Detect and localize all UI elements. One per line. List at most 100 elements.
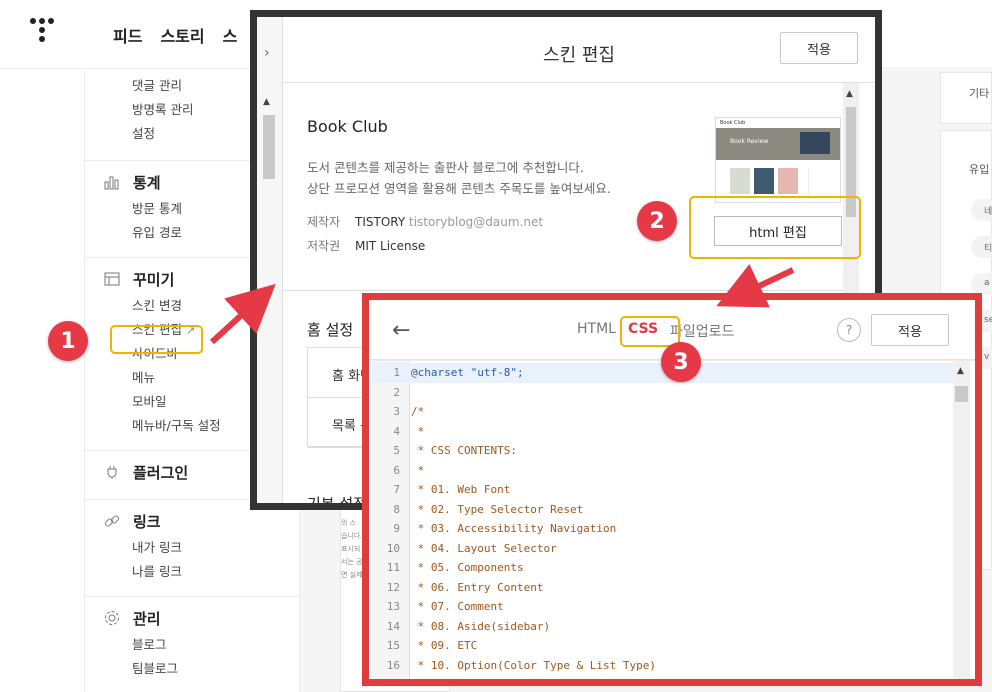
line-number: 3 — [393, 405, 400, 418]
nav-story[interactable]: 스토리 — [160, 23, 204, 47]
code-line[interactable]: 13 * 07. Comment — [372, 597, 954, 617]
highlight-skin-edit — [110, 325, 203, 354]
sidebar-item-my-links[interactable]: 내가 링크 — [85, 536, 299, 560]
back-arrow-icon[interactable]: ← — [392, 318, 410, 343]
basic-setting-heading: 기본 설정 — [307, 495, 367, 510]
thumbnail-title: Book Club — [720, 120, 746, 126]
code-text: * — [411, 463, 425, 477]
line-number: 12 — [386, 580, 400, 594]
code-line[interactable]: 9 * 03. Accessibility Navigation — [372, 519, 954, 539]
thumbnail-banner: Book Review — [716, 128, 840, 160]
theme-info: Book Club 도서 콘텐츠를 제공하는 출판사 블로그에 추천합니다. 상… — [283, 83, 843, 291]
plug-icon — [103, 463, 121, 481]
panel-collapse-bar[interactable]: › ▲ — [257, 17, 283, 503]
thumbnail-card — [730, 168, 750, 194]
line-number: 15 — [386, 639, 400, 652]
code-line[interactable]: 16 * 10. Option(Color Type & List Type) — [372, 656, 954, 676]
code-line[interactable]: 12 * 06. Entry Content — [372, 578, 954, 598]
sidebar-item-links-to-me[interactable]: 나를 링크 — [85, 560, 299, 584]
code-line[interactable]: 8 * 02. Type Selector Reset — [372, 500, 954, 520]
code-line[interactable]: 10 * 04. Layout Selector — [372, 539, 954, 559]
maker-email: tistoryblog@daum.net — [409, 215, 544, 229]
thumbnail-book — [800, 132, 830, 154]
line-number: 8 — [393, 502, 400, 516]
step-badge-2: 2 — [637, 201, 677, 241]
thumbnail-card — [754, 168, 774, 194]
tistory-logo-icon[interactable] — [30, 18, 54, 48]
code-text: * 09. ETC — [411, 639, 478, 652]
code-text: * 04. Layout Selector — [411, 541, 557, 555]
step-badge-1: 1 — [48, 321, 88, 361]
highlight-html-edit — [689, 196, 861, 259]
line-number: 2 — [393, 385, 400, 399]
theme-thumbnail: Book Club Book Review — [715, 117, 841, 203]
nav-more[interactable]: 스 — [223, 23, 238, 47]
layout-icon — [103, 270, 121, 288]
scroll-up-icon[interactable]: ▲ — [846, 89, 853, 99]
code-line[interactable]: 7 * 01. Web Font — [372, 480, 954, 500]
sidebar-head-decorate-label: 꾸미기 — [133, 270, 175, 289]
line-number: 14 — [386, 619, 400, 633]
code-text: * 02. Type Selector Reset — [411, 502, 584, 516]
code-line[interactable]: 2 — [372, 383, 954, 403]
maker-name: TISTORY — [355, 215, 406, 229]
line-number: 16 — [386, 658, 400, 672]
code-line[interactable]: 11 * 05. Components — [372, 558, 954, 578]
line-number: 1 — [393, 366, 400, 379]
step-badge-3: 3 — [661, 342, 701, 382]
tab-html[interactable]: HTML — [571, 321, 622, 341]
sidebar-head-manage[interactable]: 관리 — [85, 603, 299, 633]
code-line[interactable]: 3 /* — [372, 402, 954, 422]
right-card-etc-label: 기타 — [969, 87, 990, 100]
theme-maker-row: 제작자 TISTORY tistoryblog@daum.net — [307, 213, 543, 230]
referrer-pill[interactable]: a — [971, 273, 992, 295]
code-line[interactable]: 6 * — [372, 461, 954, 481]
code-text: * 07. Comment — [411, 600, 504, 613]
theme-name: Book Club — [307, 117, 388, 136]
scroll-up-icon[interactable]: ▲ — [957, 366, 964, 376]
theme-description-line: 상단 프로모션 영역을 활용해 콘텐츠 주목도를 높여보세요. — [307, 181, 611, 196]
skin-edit-header: 스킨 편집 적용 — [283, 17, 875, 83]
code-line[interactable]: 4 * — [372, 422, 954, 442]
code-text: * — [411, 424, 425, 438]
sidebar-head-plugin-label: 플러그인 — [133, 463, 189, 482]
referrer-pill[interactable]: 네 — [971, 199, 992, 221]
left-scrollbar[interactable]: ▲ — [263, 97, 277, 503]
sidebar-section-manage: 관리 블로그 팀블로그 — [85, 597, 299, 692]
code-text: * 06. Entry Content — [411, 580, 544, 594]
referrer-pill[interactable]: 티 — [971, 236, 992, 258]
sidebar-head-manage-label: 관리 — [133, 609, 161, 628]
license-value: MIT License — [355, 239, 426, 253]
code-text: * 08. Aside(sidebar) — [411, 619, 551, 633]
line-number: 4 — [393, 424, 400, 438]
sidebar-head-stats-label: 통계 — [133, 173, 161, 192]
code-scrollbar[interactable]: ▲ — [953, 361, 970, 679]
highlight-css-tab — [620, 316, 680, 347]
gear-icon — [103, 609, 121, 627]
chevron-right-icon[interactable]: › — [264, 45, 270, 61]
code-line[interactable]: 5 * CSS CONTENTS: — [372, 441, 954, 461]
apply-button[interactable]: 적용 — [780, 32, 858, 64]
scroll-thumb[interactable] — [955, 386, 968, 402]
sidebar-item-blog[interactable]: 블로그 — [85, 633, 299, 657]
code-line[interactable]: 14 * 08. Aside(sidebar) — [372, 617, 954, 637]
scroll-up-icon[interactable]: ▲ — [263, 97, 277, 107]
code-text: * 03. Accessibility Navigation — [411, 522, 617, 535]
sidebar-section-link: 링크 내가 링크 나를 링크 — [85, 500, 299, 597]
code-text: /* — [411, 405, 425, 418]
code-text: * CSS CONTENTS: — [411, 444, 517, 457]
sidebar-head-link[interactable]: 링크 — [85, 506, 299, 536]
apply-button[interactable]: 적용 — [871, 314, 949, 346]
help-button[interactable]: ? — [837, 318, 861, 342]
code-line[interactable]: 15 * 09. ETC — [372, 636, 954, 656]
theme-description: 도서 콘텐츠를 제공하는 출판사 블로그에 추천합니다. 상단 프로모션 영역을… — [307, 157, 611, 199]
line-number: 5 — [393, 444, 400, 457]
sidebar-item-team-blog[interactable]: 팀블로그 — [85, 657, 299, 681]
code-text: @charset "utf-8"; — [411, 366, 524, 379]
code-editor[interactable]: 1 @charset "utf-8"; 2 3/* 4 * 5 * CSS CONTENT… — [372, 360, 975, 679]
right-card-referrer-title: 유입 — [969, 163, 990, 176]
scroll-thumb[interactable] — [263, 115, 275, 179]
nav-feed[interactable]: 피드 — [113, 23, 142, 47]
thumbnail-banner-label: Book Review — [730, 138, 769, 145]
code-text: * 10. Option(Color Type & List Type) — [411, 658, 657, 672]
